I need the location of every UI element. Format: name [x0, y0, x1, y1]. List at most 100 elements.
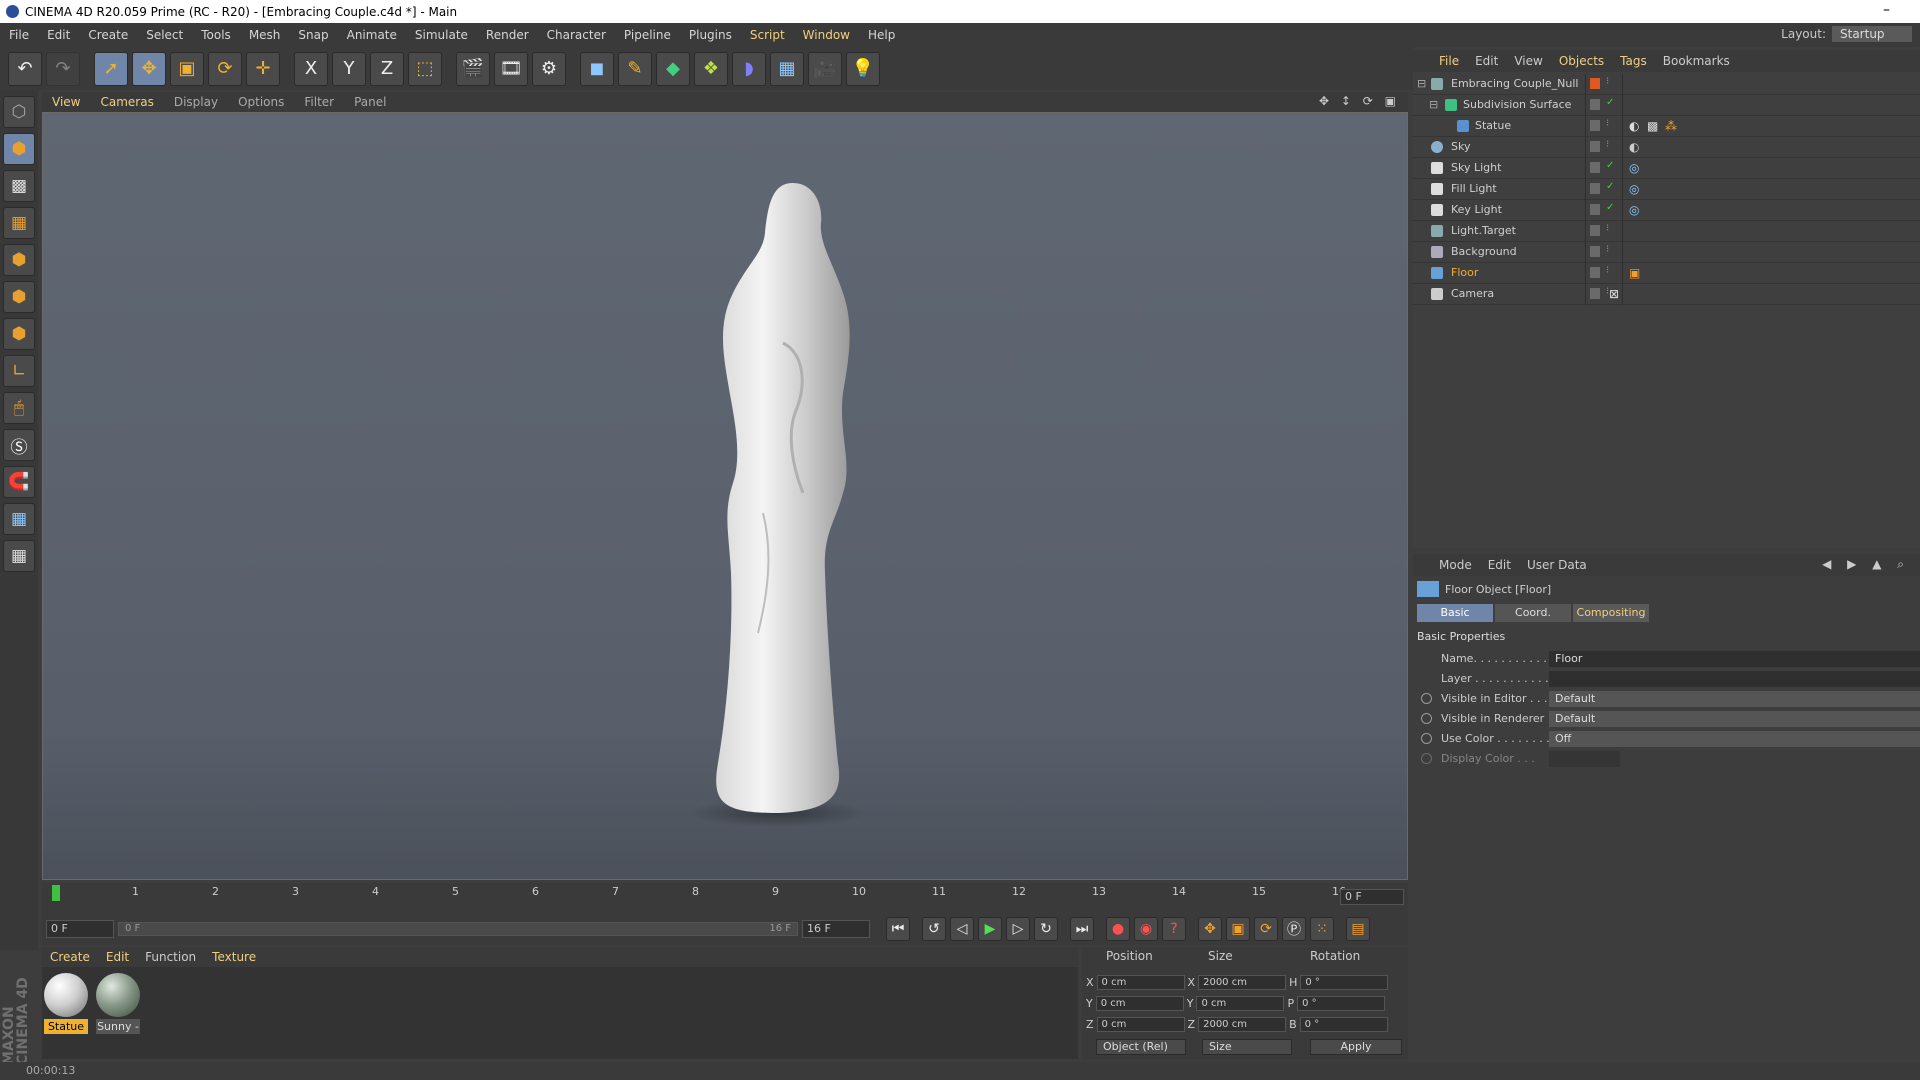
- axis-mode-icon[interactable]: ∟: [3, 355, 35, 387]
- menu-help[interactable]: Help: [859, 28, 904, 42]
- camera-icon[interactable]: 🎥: [808, 51, 842, 86]
- light-icon[interactable]: 💡: [846, 51, 880, 86]
- menu-character[interactable]: Character: [538, 28, 615, 42]
- layout-dropdown[interactable]: Startup: [1832, 26, 1912, 42]
- key-rotation-icon[interactable]: ⟳: [1254, 917, 1278, 941]
- attr-menu-mode[interactable]: Mode: [1431, 558, 1480, 572]
- next-frame-icon[interactable]: ▷: [1006, 917, 1030, 941]
- animation-toggle[interactable]: [1421, 693, 1432, 704]
- previous-frame-icon[interactable]: ◁: [950, 917, 974, 941]
- visibility-toggles[interactable]: ✓: [1585, 158, 1623, 179]
- coordinate-mode-dropdown[interactable]: Object (Rel): [1096, 1039, 1186, 1055]
- workplane-icon[interactable]: ▦: [3, 503, 35, 535]
- size-mode-dropdown[interactable]: Size: [1202, 1039, 1292, 1055]
- material-menu-create[interactable]: Create: [42, 950, 98, 964]
- menu-file[interactable]: File: [0, 28, 38, 42]
- visibility-toggles[interactable]: ⁝: [1585, 116, 1623, 137]
- timeline-ruler[interactable]: 0 1 2 3 4 5 6 7 8 9 10 11 12 13 14 15 16…: [42, 883, 1408, 913]
- menu-tools[interactable]: Tools: [192, 28, 240, 42]
- tab-basic[interactable]: Basic: [1417, 604, 1493, 622]
- viewport-menu-display[interactable]: Display: [164, 95, 228, 109]
- viewport-menu-options[interactable]: Options: [228, 95, 294, 109]
- autokeying-icon[interactable]: ◉: [1134, 917, 1158, 941]
- z-axis-lock-icon[interactable]: Z: [370, 51, 404, 86]
- attr-menu-edit[interactable]: Edit: [1480, 558, 1519, 572]
- statue-model[interactable]: [43, 113, 1408, 880]
- animation-toggle[interactable]: [1421, 733, 1432, 744]
- menu-edit[interactable]: Edit: [38, 28, 79, 42]
- animation-toggle[interactable]: [1421, 713, 1432, 724]
- y-axis-lock-icon[interactable]: Y: [332, 51, 366, 86]
- tab-coord[interactable]: Coord.: [1495, 604, 1571, 622]
- object-row-statue[interactable]: Statue ⁝ ◐ ▩ ⁂: [1413, 116, 1920, 137]
- rotation-b-field[interactable]: 0 °: [1299, 1016, 1388, 1032]
- timeline-window-icon[interactable]: ▤: [1346, 917, 1370, 941]
- position-y-field[interactable]: 0 cm: [1095, 995, 1184, 1011]
- compositing-tag-icon[interactable]: ▣: [1629, 266, 1640, 280]
- material-statue[interactable]: Statue: [44, 973, 88, 1034]
- name-field[interactable]: Floor: [1549, 651, 1920, 667]
- viewport-menu-filter[interactable]: Filter: [294, 95, 344, 109]
- target-tag-icon[interactable]: ◎: [1629, 161, 1639, 175]
- viewport-menu-cameras[interactable]: Cameras: [90, 95, 163, 109]
- go-to-start-icon[interactable]: ⏮: [886, 917, 910, 941]
- object-row-sky[interactable]: Sky ⁝ ◐: [1413, 137, 1920, 158]
- minimize-button[interactable]: –: [1883, 2, 1890, 18]
- end-frame-field[interactable]: 16 F: [802, 920, 870, 938]
- object-row-sky-light[interactable]: Sky Light ✓ ◎: [1413, 158, 1920, 179]
- x-axis-lock-icon[interactable]: X: [294, 51, 328, 86]
- object-row-camera[interactable]: Camera ⁝ ⊠: [1413, 284, 1920, 305]
- visibility-toggles[interactable]: ⁝: [1585, 221, 1623, 242]
- record-active-objects-icon[interactable]: ●: [1106, 917, 1130, 941]
- size-y-field[interactable]: 0 cm: [1196, 995, 1285, 1011]
- tweak-mode-icon[interactable]: 🖱: [3, 392, 35, 424]
- menu-animate[interactable]: Animate: [338, 28, 406, 42]
- position-x-field[interactable]: 0 cm: [1096, 974, 1185, 990]
- previous-key-icon[interactable]: ↺: [922, 917, 946, 941]
- subdivision-surface-icon[interactable]: ◆: [656, 51, 690, 86]
- size-x-field[interactable]: 2000 cm: [1198, 974, 1287, 990]
- array-generator-icon[interactable]: ❖: [694, 51, 728, 86]
- snap-icon[interactable]: 🧲: [3, 466, 35, 498]
- polygons-mode-icon[interactable]: ⬢: [3, 318, 35, 350]
- locked-workplane-icon[interactable]: ▦: [3, 540, 35, 572]
- object-row-subdivision-surface[interactable]: ⊟ Subdivision Surface ✓: [1413, 95, 1920, 116]
- objmgr-menu-objects[interactable]: Objects: [1551, 54, 1612, 68]
- rotation-h-field[interactable]: 0 °: [1300, 974, 1389, 990]
- visible-in-editor-dropdown[interactable]: Default: [1549, 691, 1920, 707]
- key-position-icon[interactable]: ✥: [1198, 917, 1222, 941]
- go-to-end-icon[interactable]: ⏭: [1070, 917, 1094, 941]
- keyframe-selection-icon[interactable]: ?: [1162, 917, 1186, 941]
- attr-menu-user-data[interactable]: User Data: [1519, 558, 1595, 572]
- menu-plugins[interactable]: Plugins: [680, 28, 741, 42]
- menu-pipeline[interactable]: Pipeline: [615, 28, 680, 42]
- rotation-p-field[interactable]: 0 °: [1297, 995, 1386, 1011]
- tab-compositing[interactable]: Compositing: [1573, 604, 1649, 622]
- visibility-toggles[interactable]: ⁝: [1585, 74, 1623, 95]
- visibility-toggles[interactable]: ✓: [1585, 95, 1623, 116]
- objmgr-menu-file[interactable]: File: [1431, 54, 1467, 68]
- select-live-icon[interactable]: ➚: [94, 51, 128, 86]
- viewport-navigation-icons[interactable]: ✥ ↕ ⟳ ▣: [1319, 94, 1400, 108]
- cube-primitive-icon[interactable]: ◼: [580, 51, 614, 86]
- collapse-icon[interactable]: ⊟: [1417, 77, 1426, 90]
- next-key-icon[interactable]: ↻: [1034, 917, 1058, 941]
- floor-icon[interactable]: ▦: [770, 51, 804, 86]
- key-parameter-icon[interactable]: Ⓟ: [1282, 917, 1306, 941]
- material-sunny[interactable]: Sunny -: [96, 973, 140, 1034]
- playhead[interactable]: [52, 885, 60, 901]
- visibility-toggles[interactable]: ✓: [1585, 179, 1623, 200]
- display-color-swatch[interactable]: [1549, 751, 1620, 767]
- play-forward-icon[interactable]: ▶: [978, 917, 1002, 941]
- model-mode-icon[interactable]: ⬢: [3, 133, 35, 165]
- pen-spline-icon[interactable]: ✎: [618, 51, 652, 86]
- texture-mode-icon[interactable]: ▩: [3, 170, 35, 202]
- use-color-dropdown[interactable]: Off: [1549, 731, 1920, 747]
- render-picture-viewer-icon[interactable]: 🎞: [494, 51, 528, 86]
- material-menu-texture[interactable]: Texture: [204, 950, 264, 964]
- object-row-key-light[interactable]: Key Light ✓ ◎: [1413, 200, 1920, 221]
- redo-icon[interactable]: ↷: [46, 51, 80, 86]
- menu-window[interactable]: Window: [794, 28, 859, 42]
- start-frame-field[interactable]: 0 F: [46, 920, 114, 938]
- menu-snap[interactable]: Snap: [289, 28, 337, 42]
